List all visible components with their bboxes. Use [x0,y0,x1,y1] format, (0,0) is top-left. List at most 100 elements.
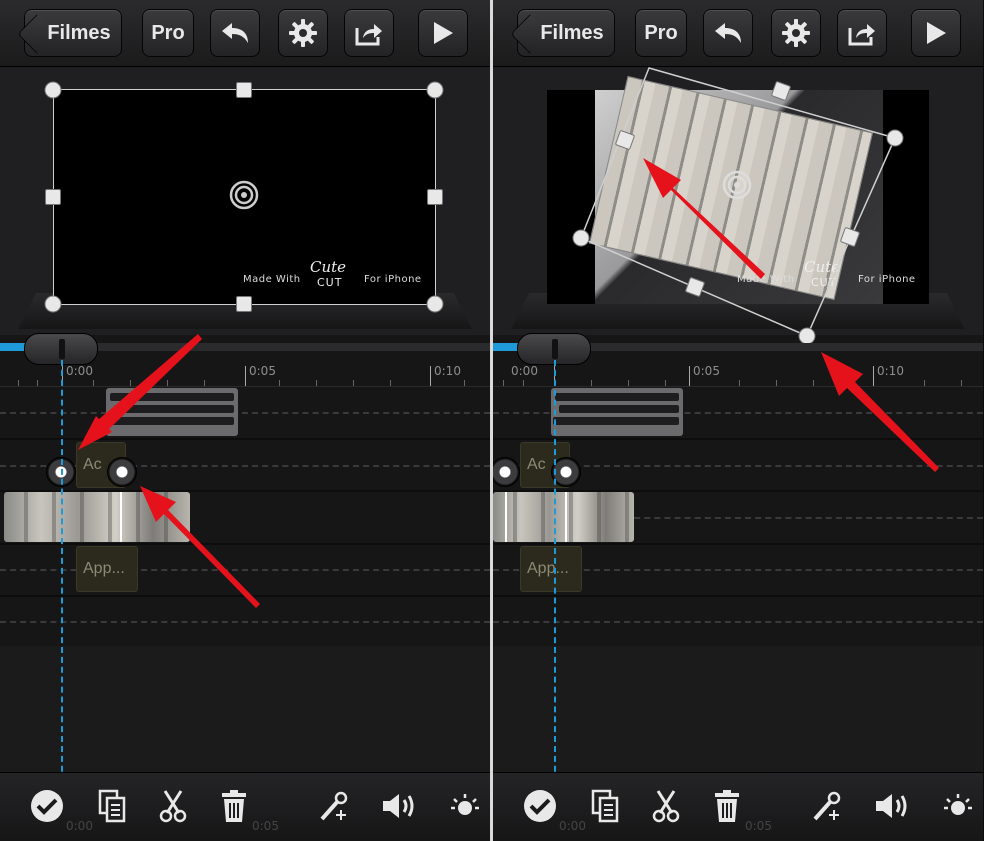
brightness-icon [451,794,479,815]
tick-label: 0:00 [511,364,538,378]
timeline-ruler: 0:00 0:05 0:10 [493,360,983,387]
volume-icon [876,794,907,818]
left-screen: Filmes Pro Made With Cute CUT For iPhone [0,0,490,841]
zoom-slider[interactable] [0,333,490,365]
top-toolbar: Filmes Pro [493,0,983,67]
brightness-button[interactable] [445,786,485,826]
brightness-button[interactable] [938,786,978,826]
watermark-cut: CUT [811,276,837,289]
trash-icon [222,790,246,822]
settings-button[interactable] [771,9,821,57]
corner-handle[interactable] [426,81,444,99]
edge-handle[interactable] [236,296,252,312]
corner-handle[interactable] [44,81,62,99]
play-button[interactable] [418,9,468,57]
trim-handle-start[interactable] [493,457,520,487]
brightness-icon [944,794,972,815]
bottom-toolbar: 0:00 0:05 [0,772,490,841]
video-preview[interactable]: Made With Cute CUT For iPhone [547,75,929,304]
transform-frame [53,89,436,305]
edge-handle[interactable] [236,82,252,98]
share-icon [848,24,875,46]
center-target-icon[interactable] [722,170,752,204]
watermark-made-with: Made With [737,274,795,285]
share-icon [355,24,382,46]
trim-handle-end[interactable] [107,457,137,487]
volume-icon [383,794,414,818]
effects-button[interactable] [313,786,353,826]
timeline-ruler: 0:00 0:05 0:10 [0,360,490,387]
copy-icon [591,789,619,823]
corner-handle[interactable] [572,229,590,247]
tick-label: 0:10 [877,364,904,378]
trash-icon [715,790,739,822]
copy-icon [98,789,126,823]
bottom-toolbar: 0:00 0:05 [493,772,983,841]
watermark-for-iphone: For iPhone [858,274,916,285]
corner-handle[interactable] [886,129,904,147]
check-icon [31,790,63,822]
back-button-label: Filmes [540,21,604,44]
scissors-icon [159,790,187,823]
pro-button-label: Pro [151,21,185,44]
effects-button[interactable] [806,786,846,826]
text-clip[interactable]: App... [520,546,582,592]
tick-label: 0:10 [434,364,461,378]
back-button[interactable]: Filmes [24,9,122,57]
delete-button[interactable] [214,786,254,826]
playhead[interactable] [61,360,63,841]
text-clip[interactable]: App... [76,546,138,592]
gear-icon [289,19,317,47]
empty-track-area [0,646,490,772]
tick-label: 0:05 [249,364,276,378]
confirm-button[interactable] [520,786,560,826]
play-icon [927,22,946,44]
top-toolbar: Filmes Pro [0,0,490,67]
back-button-label: Filmes [47,21,111,44]
undo-button[interactable] [703,9,753,57]
video-clip-metal[interactable] [493,492,634,542]
corner-handle[interactable] [44,295,62,313]
edge-handle[interactable] [45,189,61,205]
right-screen: Filmes Pro Made With Cute CUT For iPhone [493,0,983,841]
magic-wand-icon [813,791,841,821]
check-icon [524,790,556,822]
settings-button[interactable] [278,9,328,57]
share-button[interactable] [344,9,394,57]
scissors-icon [652,790,680,823]
ghost-tick-label: 0:00 [66,819,93,833]
undo-icon [222,23,248,43]
tick-label: 0:00 [66,364,93,378]
ghost-tick-label: 0:00 [559,819,586,833]
pro-button[interactable]: Pro [635,9,687,57]
tick-label: 0:05 [693,364,720,378]
watermark-cute: Cute [804,258,841,276]
back-button[interactable]: Filmes [517,9,615,57]
undo-button[interactable] [210,9,260,57]
zoom-slider[interactable] [493,333,983,365]
cut-button[interactable] [153,786,193,826]
confirm-button[interactable] [27,786,67,826]
play-button[interactable] [911,9,961,57]
pro-button[interactable]: Pro [142,9,194,57]
video-clip-keyboard[interactable] [106,388,238,436]
play-icon [434,22,453,44]
copy-button[interactable] [92,786,132,826]
copy-button[interactable] [585,786,625,826]
pro-button-label: Pro [644,21,678,44]
magic-wand-icon [320,791,348,821]
volume-button[interactable] [873,786,913,826]
share-button[interactable] [837,9,887,57]
corner-handle[interactable] [426,295,444,313]
video-clip-metal[interactable] [4,492,190,542]
empty-track-area [493,646,983,772]
edge-handle[interactable] [427,189,443,205]
gear-icon [782,19,810,47]
playhead[interactable] [554,360,556,841]
volume-button[interactable] [380,786,420,826]
ghost-tick-label: 0:05 [252,819,279,833]
cut-button[interactable] [646,786,686,826]
ghost-tick-label: 0:05 [745,819,772,833]
delete-button[interactable] [707,786,747,826]
video-clip-keyboard[interactable] [551,388,683,436]
